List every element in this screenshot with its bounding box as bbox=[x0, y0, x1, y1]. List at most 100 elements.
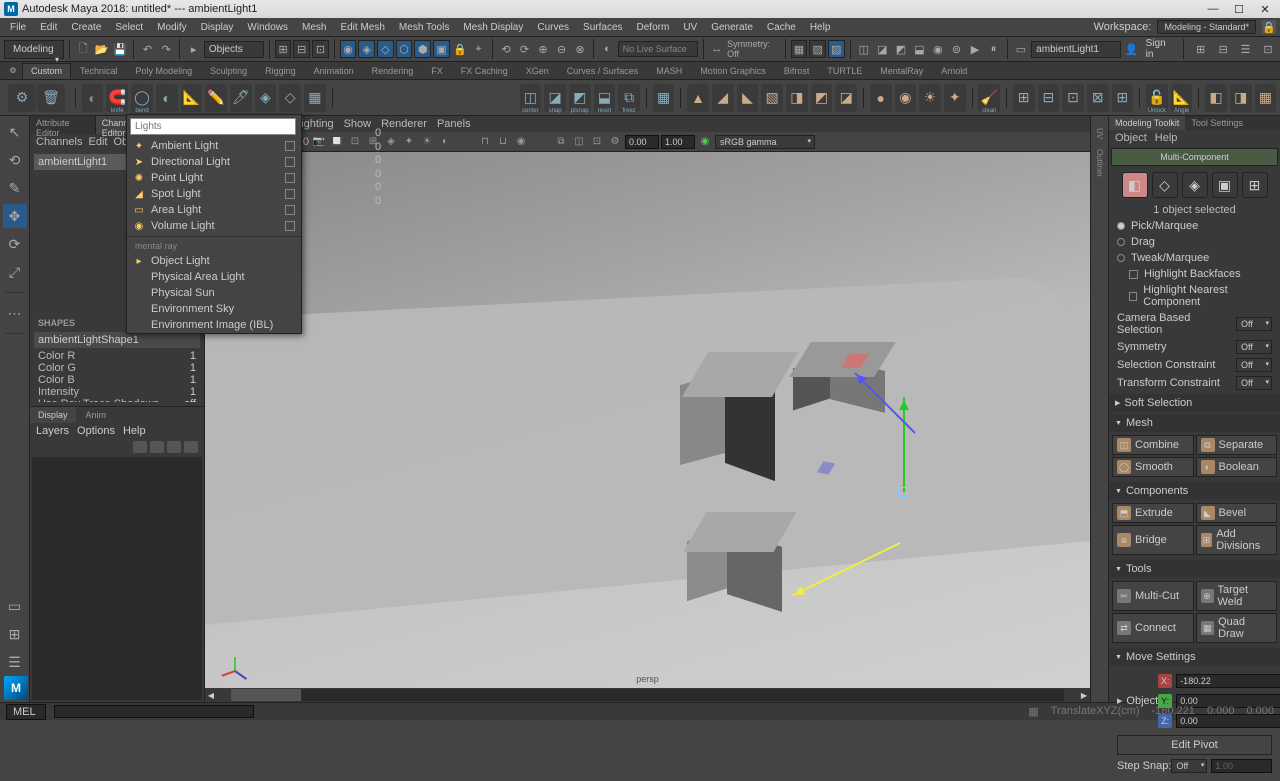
scale-tool-icon[interactable]: ⤢ bbox=[3, 260, 27, 284]
undo-icon[interactable]: ↶ bbox=[139, 40, 156, 58]
shelf-icon[interactable]: ◨ bbox=[1230, 84, 1252, 112]
tk-pick-label[interactable]: Pick/Marquee bbox=[1131, 220, 1198, 232]
shelf-icon[interactable]: ✦ bbox=[944, 84, 966, 112]
tk-bridge-button[interactable]: ⧈Bridge bbox=[1112, 525, 1194, 555]
rv-c-icon[interactable]: ◩ bbox=[893, 40, 910, 58]
shelf-tab-custom[interactable]: Custom bbox=[22, 63, 71, 79]
option-box-icon[interactable] bbox=[285, 205, 295, 215]
open-scene-icon[interactable]: 📂 bbox=[93, 40, 110, 58]
shelf-icon[interactable]: ☀ bbox=[919, 84, 941, 112]
tk-sym-dropdown[interactable]: Off bbox=[1236, 340, 1272, 354]
menu-deform[interactable]: Deform bbox=[631, 20, 676, 35]
shelf-icon[interactable]: ⊟ bbox=[1038, 84, 1060, 112]
tk-connect-button[interactable]: ⇄Connect bbox=[1112, 613, 1194, 643]
scroll-thumb[interactable] bbox=[231, 689, 301, 701]
shelf-icon[interactable]: ◐ bbox=[82, 84, 104, 112]
shelf-icon[interactable]: 📐Angle bbox=[1171, 84, 1193, 112]
shelf-icon[interactable]: 📐 bbox=[181, 84, 203, 112]
shelf-tab-fx[interactable]: FX bbox=[422, 63, 452, 79]
vp-icon[interactable]: ⊓ bbox=[477, 134, 493, 150]
paint-select-tool-icon[interactable]: ✎ bbox=[3, 176, 27, 200]
translate-x-value[interactable]: 0 bbox=[375, 127, 381, 141]
minimize-button[interactable]: — bbox=[1202, 2, 1224, 16]
single-pane-icon[interactable]: ▭ bbox=[3, 594, 27, 618]
shelf-tab-rendering[interactable]: Rendering bbox=[363, 63, 423, 79]
maximize-button[interactable]: ☐ bbox=[1228, 2, 1250, 16]
menuset-dropdown[interactable]: Modeling bbox=[4, 40, 64, 59]
shelf-tab-rigging[interactable]: Rigging bbox=[256, 63, 305, 79]
tk-multicut-button[interactable]: ✂Multi-Cut bbox=[1112, 581, 1194, 611]
layers-options[interactable]: Options bbox=[77, 425, 115, 437]
axis-x-input[interactable] bbox=[1176, 674, 1280, 688]
tk-smooth-button[interactable]: ◯Smooth bbox=[1112, 457, 1194, 477]
snap-grid-icon[interactable]: ⊞ bbox=[275, 40, 292, 58]
shelf-icon[interactable]: ⧉freez bbox=[618, 84, 640, 112]
light-option-directional[interactable]: ➤Directional Light bbox=[127, 154, 301, 170]
close-button[interactable]: ✕ bbox=[1254, 2, 1276, 16]
attr-value[interactable]: off bbox=[166, 398, 196, 402]
option-box-icon[interactable] bbox=[285, 221, 295, 231]
tk-trac-dropdown[interactable]: Off bbox=[1236, 376, 1272, 390]
tk-quaddraw-button[interactable]: ▦Quad Draw bbox=[1196, 613, 1278, 643]
redo-icon[interactable]: ↷ bbox=[158, 40, 175, 58]
shelf-icon[interactable]: ◣ bbox=[737, 84, 759, 112]
layers-menu[interactable]: Layers bbox=[36, 425, 69, 437]
tk-mode-uv-icon[interactable]: ⊞ bbox=[1242, 172, 1268, 198]
shelf-tab-fxcaching[interactable]: FX Caching bbox=[452, 63, 517, 79]
select-mode-icon[interactable]: ▸ bbox=[185, 40, 202, 58]
shelf-icon[interactable]: 🧹clean bbox=[978, 84, 1000, 112]
tk-tab-modeling[interactable]: Modeling Toolkit bbox=[1109, 116, 1185, 130]
snap-curve-icon[interactable]: ⊟ bbox=[293, 40, 310, 58]
rv-d-icon[interactable]: ⬓ bbox=[911, 40, 928, 58]
vp-icon[interactable]: ◉ bbox=[513, 134, 529, 150]
shelf-tab-animation[interactable]: Animation bbox=[305, 63, 363, 79]
viewport-scrollbar[interactable]: ◀ ▶ bbox=[205, 688, 1090, 702]
shelf-icon[interactable]: 🧲knife bbox=[106, 84, 128, 112]
snap-d-icon[interactable]: ⬡ bbox=[396, 40, 413, 58]
tk-mode-vertex-icon[interactable]: ◇ bbox=[1152, 172, 1178, 198]
menu-edit[interactable]: Edit bbox=[34, 20, 63, 35]
select-tool-icon[interactable]: ↖ bbox=[3, 120, 27, 144]
pane-c-icon[interactable]: ☰ bbox=[1237, 40, 1253, 58]
snap-b-icon[interactable]: ◈ bbox=[358, 40, 375, 58]
shelf-icon[interactable]: ⊞ bbox=[1013, 84, 1035, 112]
rv-h-icon[interactable]: ⏸ bbox=[985, 40, 1002, 58]
vp-icon[interactable]: ⊔ bbox=[495, 134, 511, 150]
option-box-icon[interactable] bbox=[285, 157, 295, 167]
light-option-envsky[interactable]: Environment Sky bbox=[127, 301, 301, 317]
tk-section-components[interactable]: ▼Components bbox=[1109, 482, 1280, 500]
shelf-icon[interactable]: ◫center bbox=[520, 84, 542, 112]
anim-tab[interactable]: Anim bbox=[78, 407, 115, 423]
shelf-icon[interactable]: ◨ bbox=[786, 84, 808, 112]
symmetry-icon[interactable]: ↔ bbox=[709, 40, 726, 58]
menu-mesh[interactable]: Mesh bbox=[296, 20, 332, 35]
rv-f-icon[interactable]: ⊚ bbox=[948, 40, 965, 58]
shelf-menu-icon[interactable]: ⚙ bbox=[4, 61, 22, 79]
attr-value[interactable]: 1 bbox=[166, 350, 196, 362]
shelf-icon[interactable]: ⊠ bbox=[1087, 84, 1109, 112]
shelf-icon[interactable]: 🔓Unlock bbox=[1146, 84, 1168, 112]
tk-cbs-dropdown[interactable]: Off bbox=[1236, 317, 1272, 331]
tk-mode-face-icon[interactable]: ▣ bbox=[1212, 172, 1238, 198]
tk-extrude-button[interactable]: ⬒Extrude bbox=[1112, 503, 1194, 523]
lock-icon[interactable]: 🔒 bbox=[1262, 20, 1276, 34]
menu-curves[interactable]: Curves bbox=[531, 20, 575, 35]
menu-display[interactable]: Display bbox=[195, 20, 240, 35]
layers-help[interactable]: Help bbox=[123, 425, 146, 437]
stat-icon[interactable]: ▦ bbox=[1028, 705, 1038, 718]
tk-hn-label[interactable]: Highlight Nearest Component bbox=[1143, 284, 1272, 308]
shelf-icon[interactable]: ● bbox=[870, 84, 892, 112]
layer-btn-icon[interactable] bbox=[150, 441, 164, 453]
light-option-object[interactable]: ▸Object Light bbox=[127, 253, 301, 269]
tk-menu-object[interactable]: Object bbox=[1115, 132, 1147, 144]
light-option-physsun[interactable]: Physical Sun bbox=[127, 285, 301, 301]
move-tool-icon[interactable]: ✥ bbox=[3, 204, 27, 228]
pane-d-icon[interactable]: ⊡ bbox=[1260, 40, 1276, 58]
vp-time1-input[interactable] bbox=[625, 135, 659, 149]
vp-icon[interactable]: ⊡ bbox=[347, 134, 363, 150]
layer-btn-icon[interactable] bbox=[133, 441, 147, 453]
tk-mode-object-icon[interactable]: ◧ bbox=[1122, 172, 1148, 198]
attr-value[interactable]: 1 bbox=[166, 374, 196, 386]
menu-surfaces[interactable]: Surfaces bbox=[577, 20, 628, 35]
last-tool-icon[interactable]: ⋯ bbox=[3, 301, 27, 325]
